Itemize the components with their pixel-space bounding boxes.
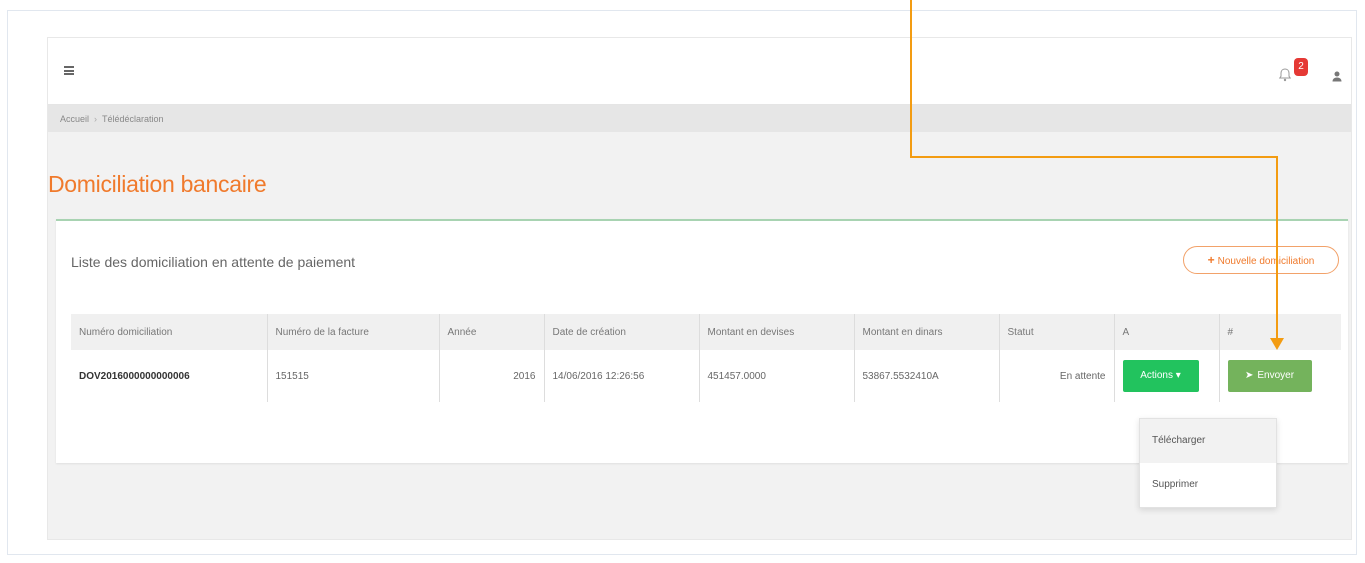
- paper-plane-icon: ➤: [1244, 370, 1254, 381]
- breadcrumb: Accueil › Télédéclaration: [48, 105, 1351, 132]
- column-header: Numéro de la facture: [267, 314, 440, 350]
- column-header: A: [1114, 314, 1220, 350]
- top-navbar: 2: [48, 38, 1351, 105]
- hamburger-icon[interactable]: [64, 66, 74, 75]
- column-header: Date de création: [544, 314, 700, 350]
- cell-montant-dinars: 53867.5532410A: [854, 350, 1000, 402]
- new-domiciliation-label: Nouvelle domiciliation: [1217, 256, 1315, 267]
- user-icon[interactable]: [1331, 69, 1343, 82]
- cell-send: ➤ Envoyer: [1219, 350, 1341, 402]
- cell-numero-domiciliation[interactable]: DOV2016000000000006: [71, 350, 268, 402]
- column-header: Année: [439, 314, 545, 350]
- send-button-label: Envoyer: [1257, 370, 1295, 381]
- column-header: Statut: [999, 314, 1115, 350]
- menu-item-telecharger[interactable]: Télécharger: [1140, 419, 1276, 463]
- actions-dropdown-menu: Télécharger Supprimer: [1139, 418, 1277, 508]
- column-header: Montant en dinars: [854, 314, 1000, 350]
- actions-dropdown-button[interactable]: Actions ▾: [1122, 360, 1199, 392]
- table-row: DOV2016000000000006 151515 2016 14/06/20…: [71, 350, 1341, 402]
- table-header-row: Numéro domiciliation Numéro de la factur…: [71, 314, 1341, 350]
- plus-icon: +: [1207, 253, 1215, 267]
- app-window: 2 Accueil › Télédéclaration Domiciliation …: [47, 37, 1352, 540]
- cell-numero-facture: 151515: [267, 350, 440, 402]
- breadcrumb-separator: ›: [94, 114, 98, 124]
- bell-icon[interactable]: [1278, 68, 1292, 82]
- panel-title: Liste des domiciliation en attente de pa…: [71, 254, 356, 270]
- breadcrumb-current: Télédéclaration: [102, 114, 164, 124]
- page-title: Domiciliation bancaire: [48, 171, 267, 197]
- cell-montant-devises: 451457.0000: [699, 350, 855, 402]
- column-header: #: [1219, 314, 1341, 350]
- cell-actions: Actions ▾: [1114, 350, 1220, 402]
- cell-statut: En attente: [999, 350, 1115, 402]
- notification-badge: 2: [1294, 58, 1308, 76]
- send-button[interactable]: ➤ Envoyer: [1227, 360, 1312, 392]
- menu-item-supprimer[interactable]: Supprimer: [1140, 463, 1276, 507]
- column-header: Montant en devises: [699, 314, 855, 350]
- cell-date-creation: 14/06/2016 12:26:56: [544, 350, 700, 402]
- column-header: Numéro domiciliation: [71, 314, 268, 350]
- new-domiciliation-button[interactable]: + Nouvelle domiciliation: [1183, 246, 1339, 274]
- cell-annee: 2016: [439, 350, 545, 402]
- breadcrumb-home[interactable]: Accueil: [60, 114, 89, 124]
- domiciliation-table: Numéro domiciliation Numéro de la factur…: [71, 314, 1341, 402]
